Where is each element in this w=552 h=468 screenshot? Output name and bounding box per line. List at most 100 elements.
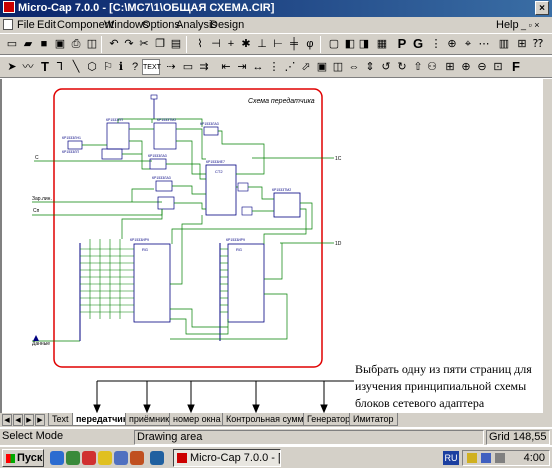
tab-transmitter[interactable]: передатчик <box>72 413 132 426</box>
quicklaunch-icon-3[interactable] <box>82 451 96 465</box>
pin-icon[interactable]: ⊕ <box>444 36 460 52</box>
tray-icon-2[interactable] <box>481 453 491 463</box>
arrow-down-icon <box>143 404 151 413</box>
zoom-in-icon[interactable]: ⊕ <box>458 59 474 75</box>
help-question-icon[interactable]: ? <box>127 59 143 75</box>
diode-icon[interactable]: ✱ <box>238 36 254 52</box>
quicklaunch-icon-2[interactable] <box>66 451 80 465</box>
orthogonal-wire-icon[interactable]: ⅂ <box>52 59 68 75</box>
undo-icon[interactable]: ↶ <box>106 36 122 52</box>
copy-icon[interactable]: ❐ <box>152 36 168 52</box>
rubberband-icon[interactable]: ⇤ <box>218 59 234 75</box>
flip-x-icon[interactable]: ⇔ <box>346 59 362 75</box>
window-controls[interactable]: _ ▫ × <box>521 17 539 33</box>
page-break-icon[interactable]: ⋰ <box>282 59 298 75</box>
flip-y-icon[interactable]: ⇕ <box>362 59 378 75</box>
g-icon[interactable]: G <box>410 36 426 52</box>
volume-icon[interactable] <box>495 453 505 463</box>
zoom-out-icon[interactable]: ⊖ <box>474 59 490 75</box>
pin-names-icon[interactable]: ⇉ <box>196 59 212 75</box>
status-grid: Grid 148,55 <box>486 430 550 445</box>
tab-text[interactable]: Text <box>48 413 73 426</box>
mirror-icon[interactable]: ◫ <box>330 59 346 75</box>
menu-help[interactable]: Help <box>496 17 519 33</box>
transistor-icon[interactable]: ⊥ <box>254 36 270 52</box>
resistor-icon[interactable]: ⌇ <box>192 36 208 52</box>
quicklaunch-icon-5[interactable] <box>114 451 128 465</box>
grid-text-icon[interactable]: ⇥ <box>234 59 250 75</box>
status-bar: Select Mode Drawing area Grid 148,55 <box>0 428 552 445</box>
paste-icon[interactable]: ▤ <box>168 36 184 52</box>
taskbar-micro-cap-button[interactable]: Micro-Cap 7.0.0 - [C:\... <box>173 449 281 467</box>
system-tray: RU 4:00 <box>443 450 550 466</box>
menu-design[interactable]: Design <box>210 17 244 33</box>
tab-next-icon[interactable]: ▶ <box>24 414 34 426</box>
save-icon[interactable]: ■ <box>36 36 52 52</box>
calculator-icon[interactable]: ▦ <box>374 36 390 52</box>
page-icon[interactable]: ▢ <box>326 36 342 52</box>
close-icon[interactable]: × <box>535 1 549 15</box>
tab-receiver[interactable]: приёмник <box>125 413 174 426</box>
tab-generator[interactable]: Генератор <box>303 413 355 426</box>
tab-checksum[interactable]: Контрольная сумма <box>222 413 313 426</box>
grid-icon[interactable]: ⋮ <box>428 36 444 52</box>
menu-edit[interactable]: Edit <box>37 17 56 33</box>
rotate-left-icon[interactable]: ↺ <box>378 59 394 75</box>
wire-icon[interactable]: 〰 <box>20 59 36 75</box>
info-icon[interactable]: ⊞ <box>514 36 530 52</box>
attribute-icon[interactable]: ⋯ <box>476 36 492 52</box>
annotation-line-3: блоков сетевого адаптера <box>355 396 485 410</box>
help-pointer-icon[interactable]: ⁇ <box>530 36 546 52</box>
document-icon[interactable] <box>3 19 13 30</box>
tab-prev-icon[interactable]: ◀ <box>13 414 23 426</box>
text-button[interactable]: TEXT <box>142 59 161 75</box>
f-icon[interactable]: F <box>508 59 524 75</box>
redo-icon[interactable]: ↷ <box>121 36 137 52</box>
show-grid-icon[interactable]: ⋮ <box>266 59 282 75</box>
diagonal-wire-icon[interactable]: ╲ <box>68 59 84 75</box>
inductor-icon[interactable]: + <box>223 36 239 52</box>
cut-icon[interactable]: ✂ <box>136 36 152 52</box>
node-numbers-icon[interactable]: ▭ <box>180 59 196 75</box>
cursor-icon[interactable]: ⬀ <box>298 59 314 75</box>
rotate-right-icon[interactable]: ↻ <box>394 59 410 75</box>
quicklaunch-icon-4[interactable] <box>98 451 112 465</box>
quicklaunch-icon-6[interactable] <box>130 451 144 465</box>
select-arrow-icon[interactable]: ➤ <box>4 59 20 75</box>
annotation-line-2: изучения принципиальной схемы <box>355 379 527 393</box>
zoom-fit-icon[interactable]: ⊞ <box>442 59 458 75</box>
p-icon[interactable]: P <box>394 36 410 52</box>
annotation-text: Выбрать одну из пяти страниц для изучени… <box>355 361 550 412</box>
quicklaunch-icon-7[interactable] <box>150 451 164 465</box>
battery-icon[interactable]: ╪ <box>286 36 302 52</box>
find-binoculars-icon[interactable]: ⚇ <box>424 59 440 75</box>
node-icon[interactable]: ⌖ <box>460 36 476 52</box>
wire-mode-icon[interactable]: ↔ <box>250 59 266 75</box>
language-indicator[interactable]: RU <box>443 451 459 465</box>
page-grid-icon[interactable]: ◨ <box>356 36 372 52</box>
tab-last-icon[interactable]: ▶ <box>35 414 45 426</box>
cursor-mode-icon[interactable]: ⊡ <box>490 59 506 75</box>
tray-icon-1[interactable] <box>467 453 477 463</box>
menu-options[interactable]: Options <box>142 17 180 33</box>
ie-icon[interactable] <box>50 451 64 465</box>
text-t-icon[interactable]: T <box>37 59 53 75</box>
component-icon[interactable]: ▣ <box>314 59 330 75</box>
tab-simulator[interactable]: Имитатор <box>349 413 398 426</box>
save-all-icon[interactable]: ▣ <box>52 36 68 52</box>
open-icon[interactable]: ▰ <box>20 36 36 52</box>
ground-icon[interactable]: ⊢ <box>270 36 286 52</box>
print-preview-icon[interactable]: ◫ <box>84 36 100 52</box>
capacitor-icon[interactable]: ⊣ <box>208 36 224 52</box>
tab-first-icon[interactable]: ◀ <box>2 414 12 426</box>
attribute-text-icon[interactable]: ⇢ <box>163 59 179 75</box>
toolbar-separator <box>320 36 321 53</box>
graphics-icon[interactable]: ⬡ <box>84 59 100 75</box>
tab-window-number[interactable]: номер окна <box>169 413 225 426</box>
start-button[interactable]: Пуск <box>2 449 44 467</box>
source-icon[interactable]: φ <box>302 36 318 52</box>
print-icon[interactable]: ⎙ <box>68 36 84 52</box>
new-icon[interactable]: ▭ <box>4 36 20 52</box>
text-tool-icon[interactable]: ▥ <box>496 36 512 52</box>
menu-file[interactable]: File <box>17 17 35 33</box>
